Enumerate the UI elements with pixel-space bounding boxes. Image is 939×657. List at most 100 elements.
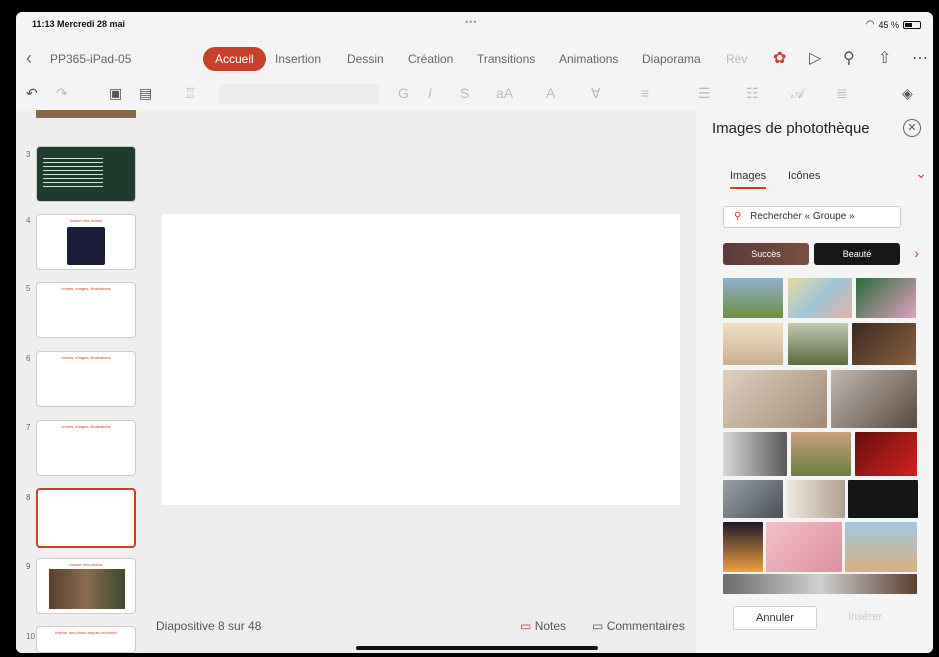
notes-button[interactable]: ▭ Notes <box>520 619 566 633</box>
comments-label: Commentaires <box>606 619 685 633</box>
stock-image[interactable] <box>723 432 787 476</box>
status-bar: 11:13 Mercredi 28 mai ••• ◠ 45 % <box>16 12 933 34</box>
play-icon[interactable]: ▷ <box>809 48 821 68</box>
thumbnail-9[interactable]: Insérer des photos <box>36 558 136 614</box>
bold-icon[interactable]: G <box>398 85 409 101</box>
text-effect-icon[interactable]: 𝒜 <box>791 85 804 102</box>
font-box[interactable] <box>219 84 379 104</box>
stock-image[interactable] <box>855 432 917 476</box>
cancel-button[interactable]: Annuler <box>733 606 817 630</box>
stock-image[interactable] <box>791 432 851 476</box>
ribbon-toolbar: ↶ ↷ ▣ ▤ ♖ G I S aA A ∀ ≡ ☰ ☷ 𝒜 ≣ ◈ <box>16 82 933 106</box>
close-icon[interactable]: ✕ <box>903 119 921 137</box>
thumb-num-10: 10 <box>26 632 35 641</box>
thumb-title: Icônes, images, illustrations <box>61 355 111 360</box>
format-painter-icon[interactable]: ♖ <box>184 85 197 102</box>
home-indicator[interactable] <box>356 646 598 650</box>
slide-canvas-area <box>144 110 696 653</box>
thumb-title: Insérer des photos <box>69 562 103 567</box>
paragraph-icon[interactable]: ≣ <box>836 85 848 102</box>
thumb-num-4: 4 <box>26 216 31 225</box>
stock-image[interactable] <box>788 278 852 318</box>
tab-dessin[interactable]: Dessin <box>347 52 384 66</box>
thumb-num-5: 5 <box>26 284 31 293</box>
thumbnail-6[interactable]: Icônes, images, illustrations <box>36 351 136 407</box>
more-icon[interactable]: ⋯ <box>912 48 928 68</box>
thumbnail-5[interactable]: Icônes, images, illustrations <box>36 282 136 338</box>
battery-text: 45 % <box>878 19 899 30</box>
wifi-icon: ◠ <box>865 19 875 30</box>
tab-revision[interactable]: Rév <box>726 52 747 66</box>
battery-icon <box>903 20 921 29</box>
stock-image[interactable] <box>845 522 917 572</box>
redo-icon[interactable]: ↷ <box>56 85 68 102</box>
tab-creation[interactable]: Création <box>408 52 453 66</box>
undo-icon[interactable]: ↶ <box>26 85 38 102</box>
thumbnail-3[interactable] <box>36 146 136 202</box>
align-icon[interactable]: ≡ <box>641 85 649 101</box>
tab-accueil[interactable]: Accueil <box>203 47 266 71</box>
highlight-icon[interactable]: ∀ <box>591 85 601 102</box>
stock-image[interactable] <box>856 278 916 318</box>
category-beauty[interactable]: Beauté <box>814 243 900 265</box>
multitask-dots[interactable]: ••• <box>465 17 477 27</box>
tab-icons[interactable]: Icônes <box>788 170 820 182</box>
chevron-down-icon[interactable]: ⌄ <box>915 165 927 182</box>
slide-thumbnails: 3 4 Insérer des icônes 5 Icônes, images,… <box>16 110 144 653</box>
copilot-icon[interactable]: ✿ <box>773 48 786 68</box>
thumbnail-4[interactable]: Insérer des icônes <box>36 214 136 270</box>
notes-icon: ▭ <box>520 619 532 633</box>
underline-icon[interactable]: S <box>460 85 469 101</box>
current-slide[interactable] <box>162 214 680 505</box>
italic-icon[interactable]: I <box>428 85 432 101</box>
comments-button[interactable]: ▭ Commentaires <box>592 619 685 633</box>
insert-button[interactable]: Insérer <box>823 606 907 630</box>
shapes-icon[interactable]: ◈ <box>902 85 913 102</box>
numbering-icon[interactable]: ☷ <box>746 85 759 102</box>
thumb-num-8: 8 <box>26 493 31 502</box>
search-input[interactable]: ⚲ Rechercher « Groupe » <box>723 206 901 228</box>
font-color-icon[interactable]: A <box>546 85 555 101</box>
stock-image[interactable] <box>831 370 917 428</box>
bullet-lines <box>43 155 103 189</box>
stock-image[interactable] <box>723 522 763 572</box>
slide-counter: Diapositive 8 sur 48 <box>156 619 262 633</box>
layout-icon[interactable]: ▤ <box>139 85 152 102</box>
thumbnail-7[interactable]: Icônes, images, illustrations <box>36 420 136 476</box>
thumb-num-3: 3 <box>26 150 31 159</box>
tab-animations[interactable]: Animations <box>559 52 618 66</box>
stock-image[interactable] <box>852 323 916 365</box>
stock-image[interactable] <box>788 323 848 365</box>
stock-image[interactable] <box>766 522 842 572</box>
tab-diaporama[interactable]: Diaporama <box>642 52 701 66</box>
icons-grid <box>67 227 105 265</box>
search-icon[interactable]: ⚲ <box>843 48 855 68</box>
thumb-title: Icônes, images, illustrations <box>61 424 111 429</box>
document-name[interactable]: PP365-iPad-05 <box>50 52 131 66</box>
status-time: 11:13 Mercredi 28 mai <box>32 19 126 29</box>
stock-image[interactable] <box>848 480 918 518</box>
stock-image[interactable] <box>723 323 783 365</box>
thumbnail-10[interactable]: Insérer une photo depuis un fichier <box>36 626 136 653</box>
category-success[interactable]: Succès <box>723 243 809 265</box>
stock-image-row-partial[interactable] <box>723 574 917 594</box>
thumb-num-7: 7 <box>26 423 31 432</box>
search-icon: ⚲ <box>734 211 742 222</box>
back-icon[interactable]: ‹ <box>26 48 32 69</box>
ribbon-tabs: ‹ PP365-iPad-05 Accueil Insertion Dessin… <box>16 44 933 74</box>
thumb-num-9: 9 <box>26 562 31 571</box>
tab-transitions[interactable]: Transitions <box>477 52 535 66</box>
tab-insertion[interactable]: Insertion <box>275 52 321 66</box>
stock-image[interactable] <box>787 480 845 518</box>
tab-images[interactable]: Images <box>730 170 767 189</box>
new-slide-icon[interactable]: ▣ <box>109 85 122 102</box>
font-size-icon[interactable]: aA <box>496 85 513 101</box>
thumbnail-8-selected[interactable] <box>36 488 136 548</box>
stock-image[interactable] <box>723 278 783 318</box>
bullets-icon[interactable]: ☰ <box>698 85 711 102</box>
stock-image[interactable] <box>723 480 783 518</box>
share-icon[interactable]: ⇧ <box>878 48 891 68</box>
thumbnail-partial <box>36 110 136 118</box>
chevron-right-icon[interactable]: › <box>914 245 919 261</box>
stock-image[interactable] <box>723 370 827 428</box>
